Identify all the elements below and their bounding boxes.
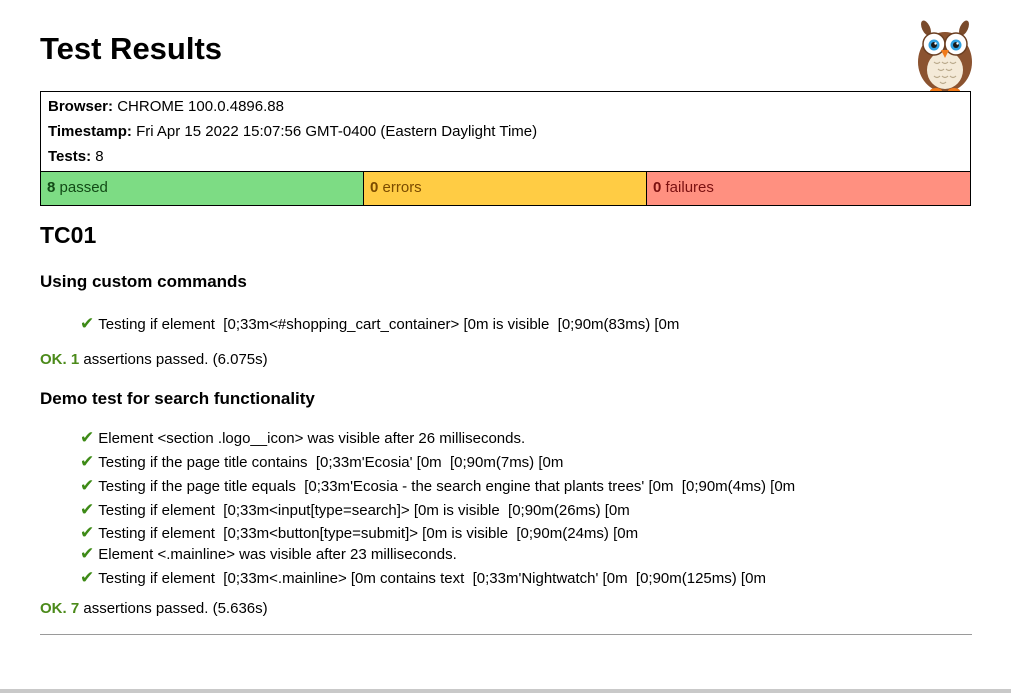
assertion-item: ✔ Testing if element [0;33m<button[type=s…: [80, 523, 795, 543]
passed-count: 8: [47, 179, 56, 196]
result-text: assertions passed. (5.636s): [79, 600, 268, 617]
assertion-item: ✔ Testing if element [0;33m<#shopping_car…: [80, 313, 679, 337]
timestamp-row: Timestamp: Fri Apr 15 2022 15:07:56 GMT-…: [41, 119, 970, 144]
summary-panel: Browser: CHROME 100.0.4896.88 Timestamp:…: [40, 91, 971, 206]
passed-stat: 8 passed: [41, 172, 364, 205]
browser-row: Browser: CHROME 100.0.4896.88: [41, 92, 970, 119]
check-icon: ✔: [80, 523, 95, 542]
assertion-list: ✔ Element <section .logo__icon> was visib…: [80, 427, 795, 591]
browser-value: CHROME 100.0.4896.88: [117, 98, 284, 115]
failures-stat: 0 failures: [647, 172, 970, 205]
page-title: Test Results: [40, 31, 223, 66]
test-title: Using custom commands: [40, 272, 247, 291]
check-icon: ✔: [80, 476, 95, 495]
browser-label: Browser:: [48, 98, 114, 115]
check-icon: ✔: [80, 428, 95, 447]
assertion-text: Testing if element [0;33m<#shopping_cart…: [98, 316, 680, 333]
failures-count: 0: [653, 179, 662, 196]
errors-label: errors: [382, 179, 422, 196]
divider: [40, 634, 972, 635]
ok-label: OK. 7: [40, 600, 80, 617]
timestamp-value: Fri Apr 15 2022 15:07:56 GMT-0400 (Easte…: [136, 123, 538, 140]
assertion-item: ✔ Testing if the page title contains [0;3…: [80, 451, 795, 475]
assertion-text: Element <section .logo__icon> was visibl…: [98, 430, 526, 447]
assertion-text: Testing if element [0;33m<input[type=sea…: [98, 502, 630, 519]
check-icon: ✔: [80, 544, 95, 563]
assertion-item: ✔ Testing if element [0;33m<.mainline> [0…: [80, 567, 795, 591]
assertion-text: Element <.mainline> was visible after 23…: [98, 546, 457, 563]
tests-label: Tests:: [48, 148, 92, 165]
assertion-item: ✔ Element <section .logo__icon> was visib…: [80, 427, 795, 451]
assertion-list: ✔ Testing if element [0;33m<#shopping_car…: [80, 313, 679, 337]
failures-label: failures: [665, 179, 714, 196]
errors-count: 0: [370, 179, 379, 196]
test-title: Demo test for search functionality: [40, 389, 315, 408]
assertion-item: ✔ Element <.mainline> was visible after 2…: [80, 543, 795, 567]
test-result: OK. 7 assertions passed. (5.636s): [40, 600, 268, 617]
check-icon: ✔: [80, 500, 95, 519]
assertion-text: Testing if the page title equals [0;33m'…: [98, 478, 796, 495]
passed-label: passed: [59, 179, 108, 196]
module-title: TC01: [40, 222, 97, 248]
assertion-text: Testing if the page title contains [0;33…: [98, 454, 564, 471]
stats-bar: 8 passed 0 errors 0 failures: [41, 171, 970, 205]
result-text: assertions passed. (6.075s): [79, 351, 268, 368]
window-bottom-edge: [0, 689, 1011, 693]
tests-value: 8: [95, 148, 104, 165]
assertion-item: ✔ Testing if the page title equals [0;33m…: [80, 475, 795, 499]
check-icon: ✔: [80, 314, 95, 333]
errors-stat: 0 errors: [364, 172, 647, 205]
assertion-item: ✔ Testing if element [0;33m<input[type=se…: [80, 499, 795, 523]
assertion-text: Testing if element [0;33m<.mainline> [0m…: [98, 570, 766, 587]
check-icon: ✔: [80, 452, 95, 471]
timestamp-label: Timestamp:: [48, 123, 132, 140]
check-icon: ✔: [80, 568, 95, 587]
assertion-text: Testing if element [0;33m<button[type=su…: [98, 525, 639, 542]
owl-icon: [918, 20, 972, 94]
tests-row: Tests: 8: [41, 144, 970, 169]
ok-label: OK. 1: [40, 351, 80, 368]
test-result: OK. 1 assertions passed. (6.075s): [40, 351, 268, 368]
